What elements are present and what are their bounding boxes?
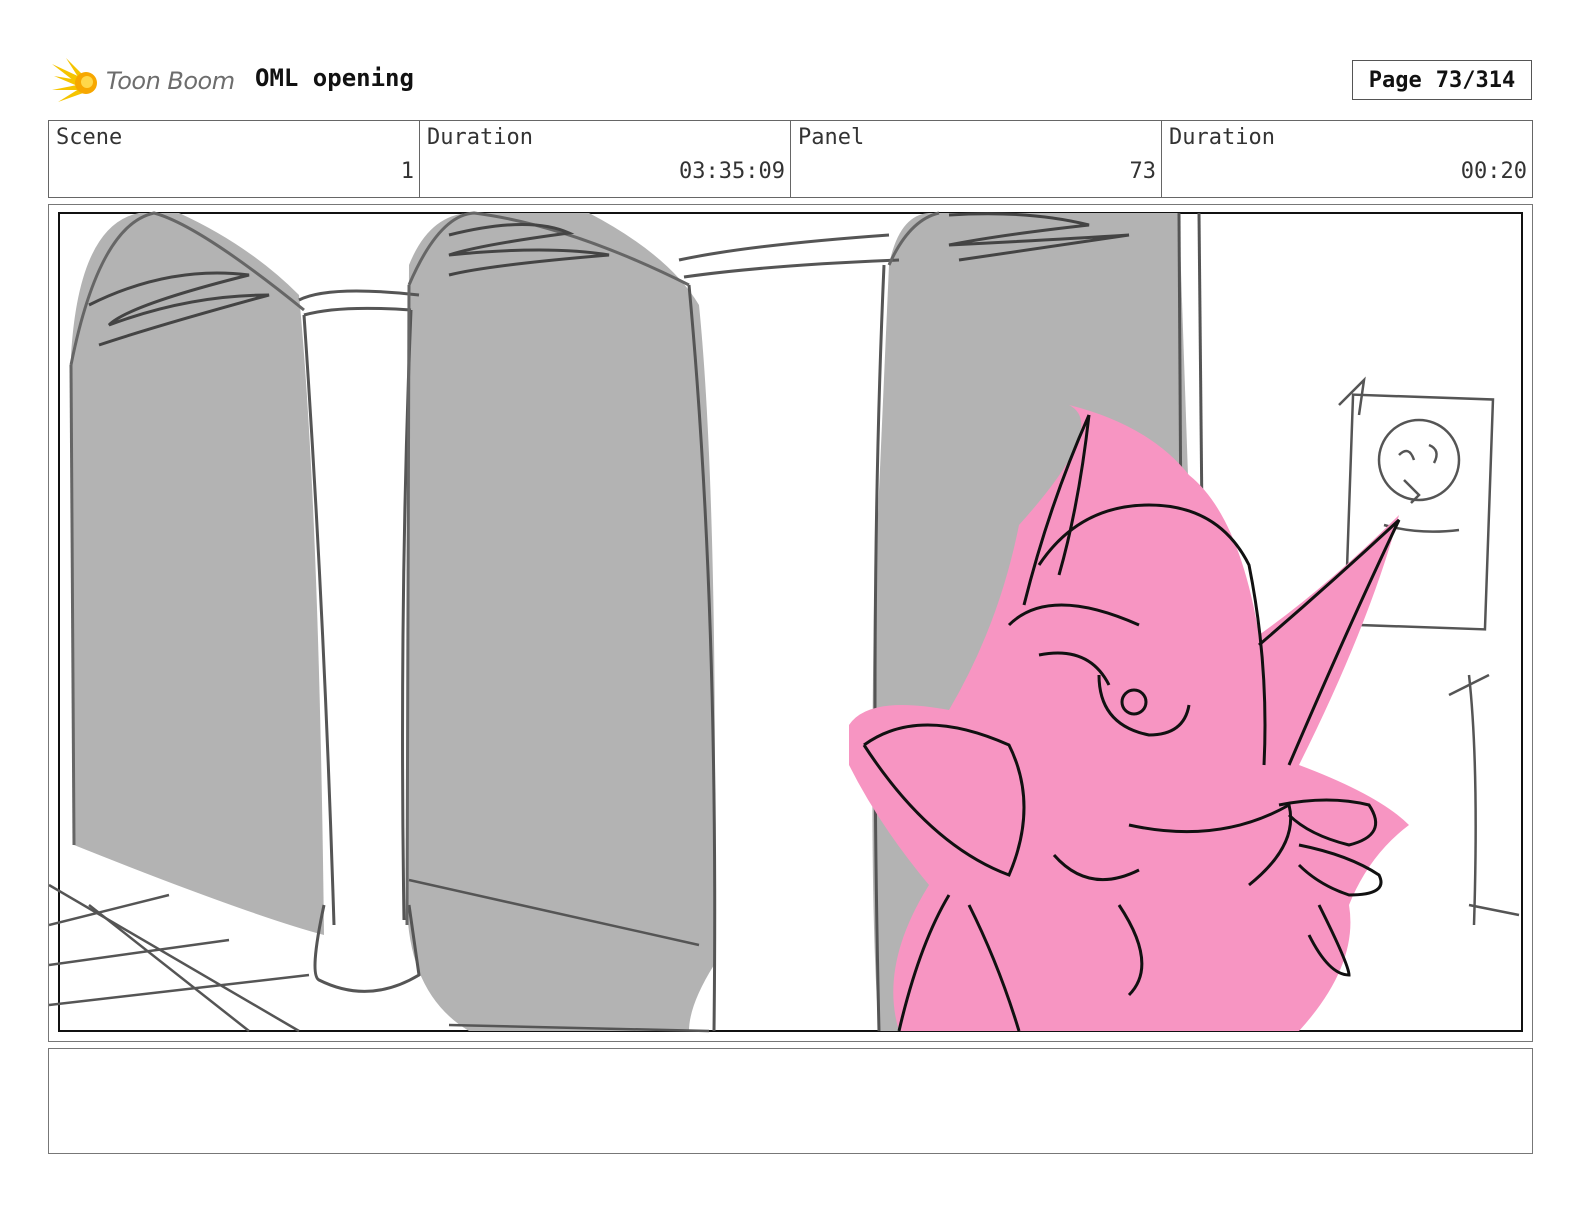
info-row: Scene 1 Duration 03:35:09 Panel 73 Durat… — [48, 120, 1533, 198]
page-value: 73/314 — [1435, 67, 1516, 93]
starburst-icon — [52, 58, 97, 102]
duration-cell: Duration 03:35:09 — [420, 121, 791, 197]
duration-value: 03:35:09 — [679, 159, 785, 184]
logo-text: Toon Boom — [106, 67, 235, 95]
toon-boom-logo: Toon Boom — [52, 56, 235, 106]
scene-cell: Scene 1 — [49, 121, 420, 197]
panel-sketch — [49, 211, 1523, 1033]
page-indicator: Page 73/314 — [1352, 60, 1532, 100]
panel-label: Panel — [798, 125, 865, 150]
panel-value: 73 — [1129, 159, 1157, 184]
scene-label: Scene — [56, 125, 123, 150]
panel-notes[interactable] — [48, 1048, 1533, 1154]
page-label: Page — [1368, 67, 1422, 93]
center-arch-wall — [407, 213, 715, 1031]
project-title: OML opening — [255, 64, 414, 92]
panel-duration-value: 00:20 — [1460, 159, 1527, 184]
duration-label: Duration — [427, 125, 533, 150]
panel-cell: Panel 73 — [791, 121, 1162, 197]
panel-duration-label: Duration — [1169, 125, 1275, 150]
panel-duration-cell: Duration 00:20 — [1162, 121, 1532, 197]
storyboard-panel — [48, 204, 1533, 1042]
scene-value: 1 — [400, 159, 414, 184]
right-edge-scribble — [1448, 673, 1520, 926]
left-arch-wall — [71, 213, 324, 935]
